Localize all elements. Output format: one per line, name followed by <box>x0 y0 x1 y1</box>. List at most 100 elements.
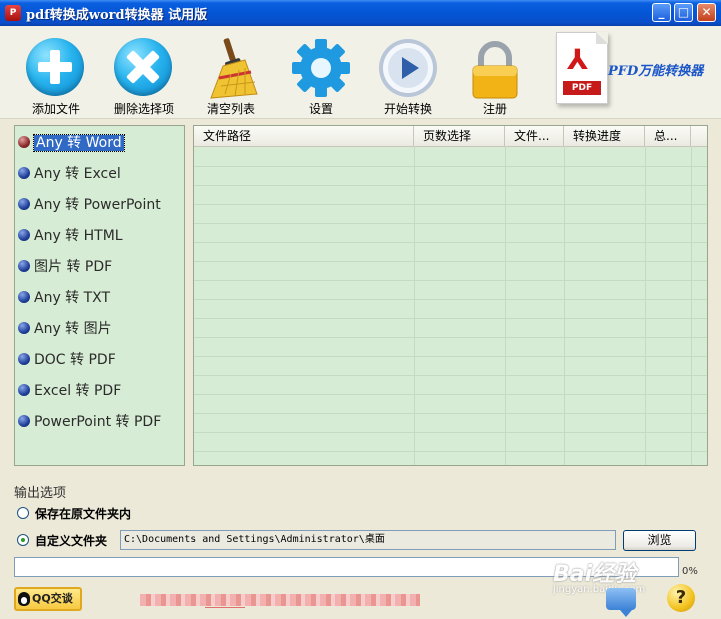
conversion-item[interactable]: DOC 转 PDF <box>18 349 116 373</box>
grid-line <box>194 451 707 452</box>
progress-percent: 0% <box>682 566 698 577</box>
bullet-icon <box>18 136 30 148</box>
table-header: 文件路径 页数选择 文件... 转换进度 总... <box>194 126 707 147</box>
conversion-item[interactable]: Any 转 Word <box>18 132 125 156</box>
clear-list-button[interactable]: 清空列表 <box>189 32 273 116</box>
add-file-button[interactable]: 添加文件 <box>14 32 98 116</box>
conversion-item-label: PowerPoint 转 PDF <box>34 414 162 430</box>
delete-selected-label: 删除选择项 <box>113 102 174 116</box>
plus-circle-icon <box>26 38 86 98</box>
grid-line <box>645 146 646 465</box>
bullet-icon <box>18 229 30 241</box>
bullet-icon <box>18 384 30 396</box>
start-convert-label: 开始转换 <box>383 102 432 116</box>
settings-label: 设置 <box>308 102 333 116</box>
conversion-item[interactable]: Any 转 TXT <box>18 287 110 311</box>
qq-chat-label: QQ交谈 <box>32 592 73 605</box>
grid-line <box>194 432 707 433</box>
register-button[interactable]: 注册 <box>453 32 537 116</box>
grid-line <box>194 242 707 243</box>
app-window: P pdf转换成word转换器 试用版 _ □ ✕ 添加文件 删除选择项 清空列… <box>0 0 721 619</box>
conversion-item-label: Any 转 HTML <box>34 228 123 244</box>
custom-folder-radio[interactable] <box>17 534 29 546</box>
custom-folder-label[interactable]: 自定义文件夹 <box>35 532 107 549</box>
chat-bubble-icon[interactable] <box>606 588 636 617</box>
footer-link-blurred[interactable] <box>140 594 420 606</box>
grid-line <box>691 146 692 465</box>
minimize-button[interactable]: _ <box>652 3 671 22</box>
toolbar: 添加文件 删除选择项 清空列表 设置 开始转换 注册 ⅄ PDF PFD万能转换… <box>0 26 721 119</box>
brand-text: PFD万能转换器 <box>608 64 704 79</box>
app-icon: P <box>5 5 21 21</box>
conversion-item[interactable]: 图片 转 PDF <box>18 256 112 280</box>
conversion-type-list: Any 转 Word Any 转 Excel Any 转 PowerPoint Any… <box>14 125 185 466</box>
column-file-size[interactable]: 文件... <box>505 126 564 146</box>
clear-list-label: 清空列表 <box>206 102 255 116</box>
bullet-icon <box>18 291 30 303</box>
play-icon <box>378 38 438 98</box>
conversion-item[interactable]: PowerPoint 转 PDF <box>18 411 161 435</box>
help-icon[interactable]: ? <box>667 584 695 612</box>
grid-line <box>194 166 707 167</box>
grid-line <box>194 261 707 262</box>
grid-line <box>194 375 707 376</box>
brand-logo: ⅄ PDF PFD万能转换器 <box>556 30 716 118</box>
bullet-icon <box>18 260 30 272</box>
conversion-item-label: DOC 转 PDF <box>34 352 116 368</box>
grid-line <box>194 337 707 338</box>
grid-line <box>194 204 707 205</box>
qq-penguin-icon <box>18 592 30 606</box>
grid-line <box>194 223 707 224</box>
close-button[interactable]: ✕ <box>697 3 716 22</box>
file-table[interactable]: 文件路径 页数选择 文件... 转换进度 总... <box>193 125 708 466</box>
maximize-button[interactable]: □ <box>674 3 693 22</box>
column-progress[interactable]: 转换进度 <box>564 126 645 146</box>
save-original-radio[interactable] <box>17 507 29 519</box>
save-original-label[interactable]: 保存在原文件夹内 <box>35 505 131 522</box>
conversion-item-label: Any 转 Word <box>33 134 125 152</box>
gear-icon <box>291 38 351 98</box>
conversion-item-label: Any 转 Excel <box>34 166 121 182</box>
padlock-icon <box>465 38 525 99</box>
grid-line <box>414 146 415 465</box>
grid-line <box>564 146 565 465</box>
conversion-item-label: Excel 转 PDF <box>34 383 122 399</box>
bullet-icon <box>18 167 30 179</box>
register-label: 注册 <box>482 102 507 116</box>
settings-button[interactable]: 设置 <box>279 32 363 116</box>
grid-line <box>194 413 707 414</box>
add-file-label: 添加文件 <box>31 102 80 116</box>
footer-link-underline <box>205 607 245 608</box>
bullet-icon <box>18 415 30 427</box>
bullet-icon <box>18 198 30 210</box>
start-convert-button[interactable]: 开始转换 <box>366 32 450 116</box>
pdf-document-icon: ⅄ PDF <box>556 32 608 104</box>
qq-chat-button[interactable]: QQ交谈 <box>14 587 82 611</box>
grid-line <box>505 146 506 465</box>
window-title: pdf转换成word转换器 试用版 <box>26 8 208 23</box>
conversion-item[interactable]: Any 转 图片 <box>18 318 112 342</box>
column-page-selection[interactable]: 页数选择 <box>414 126 505 146</box>
grid-line <box>194 185 707 186</box>
broom-icon <box>201 38 261 99</box>
x-circle-icon <box>114 38 174 98</box>
column-total[interactable]: 总... <box>645 126 691 146</box>
grid-line <box>194 394 707 395</box>
delete-selected-button[interactable]: 删除选择项 <box>102 32 186 116</box>
conversion-item-label: 图片 转 PDF <box>34 259 113 275</box>
conversion-item-label: Any 转 TXT <box>34 290 111 306</box>
title-bar[interactable]: P pdf转换成word转换器 试用版 _ □ ✕ <box>0 0 721 26</box>
conversion-item[interactable]: Any 转 HTML <box>18 225 123 249</box>
conversion-item-label: Any 转 PowerPoint <box>34 197 161 213</box>
conversion-item[interactable]: Any 转 Excel <box>18 163 121 187</box>
browse-button[interactable]: 浏览 <box>623 530 696 551</box>
grid-line <box>194 318 707 319</box>
column-file-path[interactable]: 文件路径 <box>194 126 414 146</box>
output-path-field[interactable]: C:\Documents and Settings\Administrator\… <box>120 530 616 550</box>
conversion-item[interactable]: Any 转 PowerPoint <box>18 194 161 218</box>
output-options-title: 输出选项 <box>14 486 67 501</box>
conversion-item-label: Any 转 图片 <box>34 321 112 337</box>
grid-line <box>194 280 707 281</box>
conversion-item[interactable]: Excel 转 PDF <box>18 380 121 404</box>
grid-line <box>194 356 707 357</box>
